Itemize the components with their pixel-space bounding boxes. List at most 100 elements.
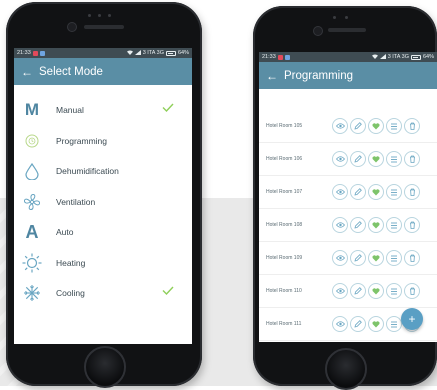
view-button[interactable] xyxy=(332,217,348,233)
details-button[interactable] xyxy=(386,151,402,167)
favorite-button[interactable] xyxy=(368,151,384,167)
notification-icon xyxy=(32,50,38,56)
view-button[interactable] xyxy=(332,250,348,266)
details-button[interactable] xyxy=(386,283,402,299)
edit-button[interactable] xyxy=(350,250,366,266)
mode-item-heating[interactable]: Heating xyxy=(14,248,192,279)
mode-item-cooling[interactable]: Cooling xyxy=(14,278,192,309)
eye-icon xyxy=(335,255,345,261)
edit-button[interactable] xyxy=(350,316,366,332)
phone-right: 21:33 3 ITA 3G 64% ← Programming Hotel R… xyxy=(253,6,437,390)
sensor-dot xyxy=(108,14,111,17)
mode-label: Auto xyxy=(56,227,74,238)
auto-icon: A xyxy=(25,221,39,242)
signal-icon xyxy=(134,49,141,57)
view-button[interactable] xyxy=(332,118,348,134)
eye-icon xyxy=(335,189,345,195)
edit-button[interactable] xyxy=(350,283,366,299)
delete-button[interactable] xyxy=(404,118,420,134)
eye-icon xyxy=(335,156,345,162)
view-button[interactable] xyxy=(332,151,348,167)
favorite-button[interactable] xyxy=(368,250,384,266)
arrow-left-icon[interactable]: ← xyxy=(21,65,33,79)
status-bar: 21:33 3 ITA 3G 64% xyxy=(259,52,437,62)
trash-icon xyxy=(409,188,416,196)
edit-button[interactable] xyxy=(350,184,366,200)
room-label: Hotel Room 110 xyxy=(266,288,302,294)
delete-button[interactable] xyxy=(404,283,420,299)
notification-icon xyxy=(39,50,45,56)
screen-programming: 21:33 3 ITA 3G 64% ← Programming Hotel R… xyxy=(259,52,437,342)
mode-item-ventilation[interactable]: Ventilation xyxy=(14,187,192,218)
edit-button[interactable] xyxy=(350,151,366,167)
room-label: Hotel Room 108 xyxy=(266,222,303,228)
trash-icon xyxy=(409,254,416,262)
list-icon xyxy=(390,189,398,196)
view-button[interactable] xyxy=(332,316,348,332)
home-button[interactable] xyxy=(84,346,126,388)
mode-item-manual[interactable]: M Manual xyxy=(14,95,192,126)
arrow-left-icon[interactable]: ← xyxy=(266,69,278,83)
mode-item-auto[interactable]: A Auto xyxy=(14,217,192,248)
sensor-dot xyxy=(333,16,336,19)
details-button[interactable] xyxy=(386,118,402,134)
favorite-button[interactable] xyxy=(368,217,384,233)
list-icon xyxy=(390,222,398,229)
edit-button[interactable] xyxy=(350,217,366,233)
details-button[interactable] xyxy=(386,184,402,200)
room-row: Hotel Room 107 xyxy=(259,176,437,209)
pencil-icon xyxy=(354,254,362,262)
delete-button[interactable] xyxy=(404,250,420,266)
trash-icon xyxy=(409,122,416,130)
notification-icon xyxy=(277,54,283,60)
eye-icon xyxy=(335,222,345,228)
room-label: Hotel Room 107 xyxy=(266,189,303,195)
eye-icon xyxy=(335,123,345,129)
details-button[interactable] xyxy=(386,217,402,233)
favorite-button[interactable] xyxy=(368,184,384,200)
room-label: Hotel Room 111 xyxy=(266,321,302,327)
favorite-button[interactable] xyxy=(368,316,384,332)
view-button[interactable] xyxy=(332,184,348,200)
heart-icon xyxy=(372,155,380,163)
home-button[interactable] xyxy=(325,348,367,390)
edit-button[interactable] xyxy=(350,118,366,134)
favorite-button[interactable] xyxy=(368,283,384,299)
details-button[interactable] xyxy=(386,316,402,332)
view-button[interactable] xyxy=(332,283,348,299)
room-actions xyxy=(332,217,420,233)
delete-button[interactable] xyxy=(404,151,420,167)
mode-label: Cooling xyxy=(56,288,85,299)
room-list: Hotel Room 105 Hotel Room 106 Hotel Room 1… xyxy=(259,89,437,341)
room-label: Hotel Room 109 xyxy=(266,255,303,261)
battery-icon xyxy=(410,54,421,60)
wifi-icon xyxy=(371,54,378,61)
pencil-icon xyxy=(354,320,362,328)
room-actions xyxy=(332,283,420,299)
pencil-icon xyxy=(354,155,362,163)
delete-button[interactable] xyxy=(404,184,420,200)
mode-item-programming[interactable]: Programming xyxy=(14,126,192,157)
app-bar: ← Programming xyxy=(259,62,437,89)
room-row: Hotel Room 110 xyxy=(259,275,437,308)
battery-level: 64% xyxy=(422,54,434,60)
drop-icon xyxy=(22,161,42,181)
heart-icon xyxy=(372,320,380,328)
add-room-button[interactable]: + xyxy=(401,308,423,330)
signal-icon xyxy=(379,53,386,61)
room-actions xyxy=(332,118,420,134)
pencil-icon xyxy=(354,221,362,229)
screen-select-mode: 21:33 3 ITA 3G 64% ← Select Mode M Manua… xyxy=(14,48,192,344)
delete-button[interactable] xyxy=(404,217,420,233)
room-actions xyxy=(332,184,420,200)
heart-icon xyxy=(372,287,380,295)
favorite-button[interactable] xyxy=(368,118,384,134)
room-row: Hotel Room 106 xyxy=(259,143,437,176)
room-label: Hotel Room 106 xyxy=(266,156,303,162)
details-button[interactable] xyxy=(386,250,402,266)
programming-icon xyxy=(22,131,42,151)
sensor-dot xyxy=(345,16,348,19)
mode-item-dehumidification[interactable]: Dehumidification xyxy=(14,156,192,187)
status-time: 21:33 xyxy=(17,50,31,56)
mode-label: Programming xyxy=(56,135,108,146)
